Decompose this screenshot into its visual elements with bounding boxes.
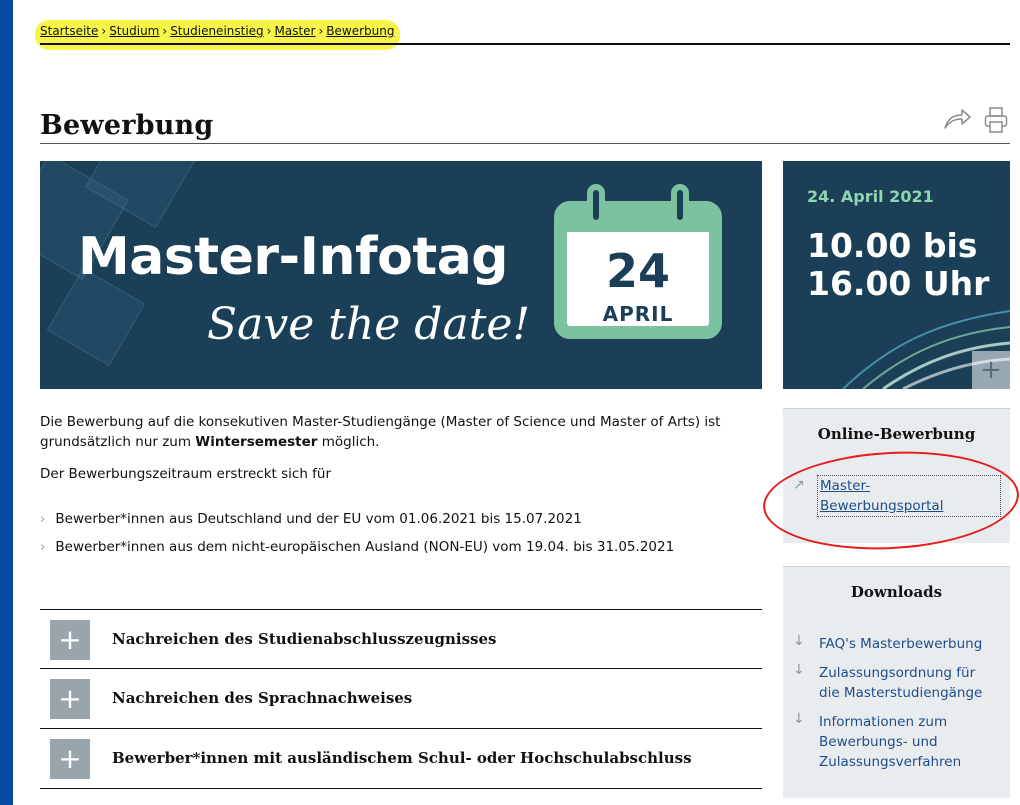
page: Startseite › Studium › Studieneinstieg › Maste…	[13, 0, 1020, 805]
intro-paragraph-2: Der Bewerbungszeitraum erstreckt sich fü…	[40, 466, 332, 482]
breadcrumb-item-master[interactable]: Master	[274, 24, 315, 38]
teaser-expand-plus-icon[interactable]: +	[972, 351, 1010, 389]
plus-icon[interactable]: +	[50, 739, 90, 779]
intro-paragraph-1: Die Bewerbung auf die konsekutiven Maste…	[40, 414, 721, 450]
accordion-label[interactable]: Nachreichen des Studienabschlusszeugniss…	[112, 630, 496, 648]
share-icon[interactable]	[942, 106, 972, 132]
list-item: › Bewerber*innen aus Deutschland und der …	[40, 511, 582, 527]
download-arrow-icon: ↓	[793, 711, 805, 727]
accordion-label[interactable]: Bewerber*innen mit ausländischem Schul- …	[112, 749, 692, 767]
accordion-bottom-rule	[40, 788, 762, 789]
calendar-ring	[671, 184, 689, 226]
print-icon[interactable]	[984, 106, 1008, 134]
accordion-label[interactable]: Nachreichen des Sprachnachweises	[112, 689, 412, 707]
teaser-time: 10.00 bis 16.00 Uhr	[807, 226, 990, 303]
download-arrow-icon: ↓	[793, 633, 805, 649]
download-arrow-icon: ↓	[793, 662, 805, 678]
plus-icon[interactable]: +	[50, 679, 90, 719]
infotag-time-teaser[interactable]: 24. April 2021 10.00 bis 16.00 Uhr +	[783, 161, 1010, 389]
master-infotag-banner[interactable]: Master-Infotag Save the date! 24 APRIL	[40, 161, 762, 389]
banner-title: Master-Infotag	[78, 227, 509, 287]
plus-icon[interactable]: +	[50, 620, 90, 660]
calendar-icon: 24 APRIL	[554, 184, 722, 339]
breadcrumb-item-studieneinstieg[interactable]: Studieneinstieg	[170, 24, 263, 38]
accordion-auslaendischer-abschluss[interactable]: + Bewerber*innen mit ausländischem Schul…	[40, 728, 762, 788]
banner-subtitle: Save the date!	[207, 299, 531, 350]
breadcrumb-item-bewerbung[interactable]: Bewerbung	[326, 24, 394, 38]
calendar-day: 24	[605, 244, 670, 298]
calendar-month: APRIL	[602, 302, 674, 326]
title-rule	[40, 143, 1010, 144]
chevron-right-icon: ›	[40, 511, 46, 527]
chevron-right-icon: ›	[40, 539, 46, 555]
accordion-studienabschlusszeugnis[interactable]: + Nachreichen des Studienabschlusszeugni…	[40, 609, 762, 669]
breadcrumb-item-studium[interactable]: Studium	[109, 24, 159, 38]
download-link-faq[interactable]: FAQ's Masterbewerbung	[819, 634, 982, 654]
online-bewerbung-heading: Online-Bewerbung	[783, 408, 1010, 453]
list-item: › Bewerber*innen aus dem nicht-europäisch…	[40, 539, 675, 555]
breadcrumb-rule	[40, 43, 1010, 45]
accordion-sprachnachweis[interactable]: + Nachreichen des Sprachnachweises	[40, 668, 762, 728]
download-link-informationen[interactable]: Informationen zum Bewerbungs- und Zulass…	[819, 712, 961, 772]
intro-text: Die Bewerbung auf die konsekutiven Maste…	[40, 412, 762, 496]
breadcrumb-item-startseite[interactable]: Startseite	[40, 24, 98, 38]
download-link-zulassungsordnung[interactable]: Zulassungsordnung für die Masterstudieng…	[819, 663, 982, 703]
calendar-ring	[587, 184, 605, 226]
page-tools	[942, 106, 1008, 134]
page-title: Bewerbung	[40, 110, 214, 141]
breadcrumb: Startseite › Studium › Studieneinstieg › Maste…	[40, 24, 395, 38]
teaser-date: 24. April 2021	[807, 187, 934, 206]
downloads-heading: Downloads	[783, 566, 1010, 611]
